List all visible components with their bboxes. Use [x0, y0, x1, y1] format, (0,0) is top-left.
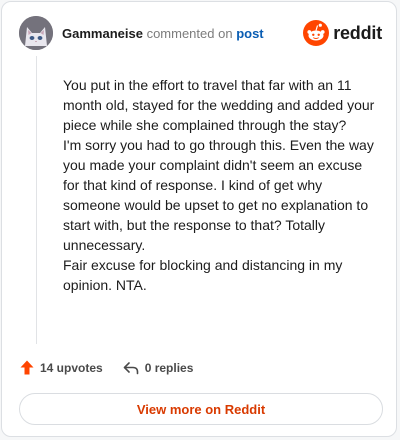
view-more-button[interactable]: View more on Reddit [19, 393, 383, 425]
reddit-logo[interactable]: reddit [303, 20, 382, 46]
upvote-button[interactable]: 14 upvotes [20, 360, 103, 375]
upvote-count: 14 upvotes [40, 360, 103, 375]
action-text: commented on [146, 26, 233, 41]
comment-paragraph: I'm sorry you had to go through this. Ev… [63, 137, 374, 253]
cat-avatar-image [19, 16, 53, 50]
comment-body: You put in the effort to travel that far… [63, 75, 381, 295]
reddit-wordmark: reddit [333, 22, 382, 43]
replies-button[interactable]: 0 replies [123, 360, 194, 375]
reddit-snoo-icon [303, 20, 330, 46]
avatar[interactable] [19, 16, 53, 50]
comment-paragraph: Fair excuse for blocking and distancing … [63, 257, 343, 293]
reply-count: 0 replies [144, 360, 194, 375]
comment-header: Gammaneise commented on post [62, 26, 264, 42]
thread-line [36, 56, 37, 344]
reply-arrow-icon [123, 361, 139, 374]
comment-paragraph: You put in the effort to travel that far… [63, 77, 375, 133]
author-name[interactable]: Gammaneise [62, 26, 143, 41]
reddit-comment-embed: Gammaneise commented on post reddit You … [1, 1, 397, 437]
post-link[interactable]: post [236, 26, 263, 41]
upvote-arrow-icon [20, 360, 34, 375]
comment-actions: 14 upvotes 0 replies [20, 360, 193, 375]
